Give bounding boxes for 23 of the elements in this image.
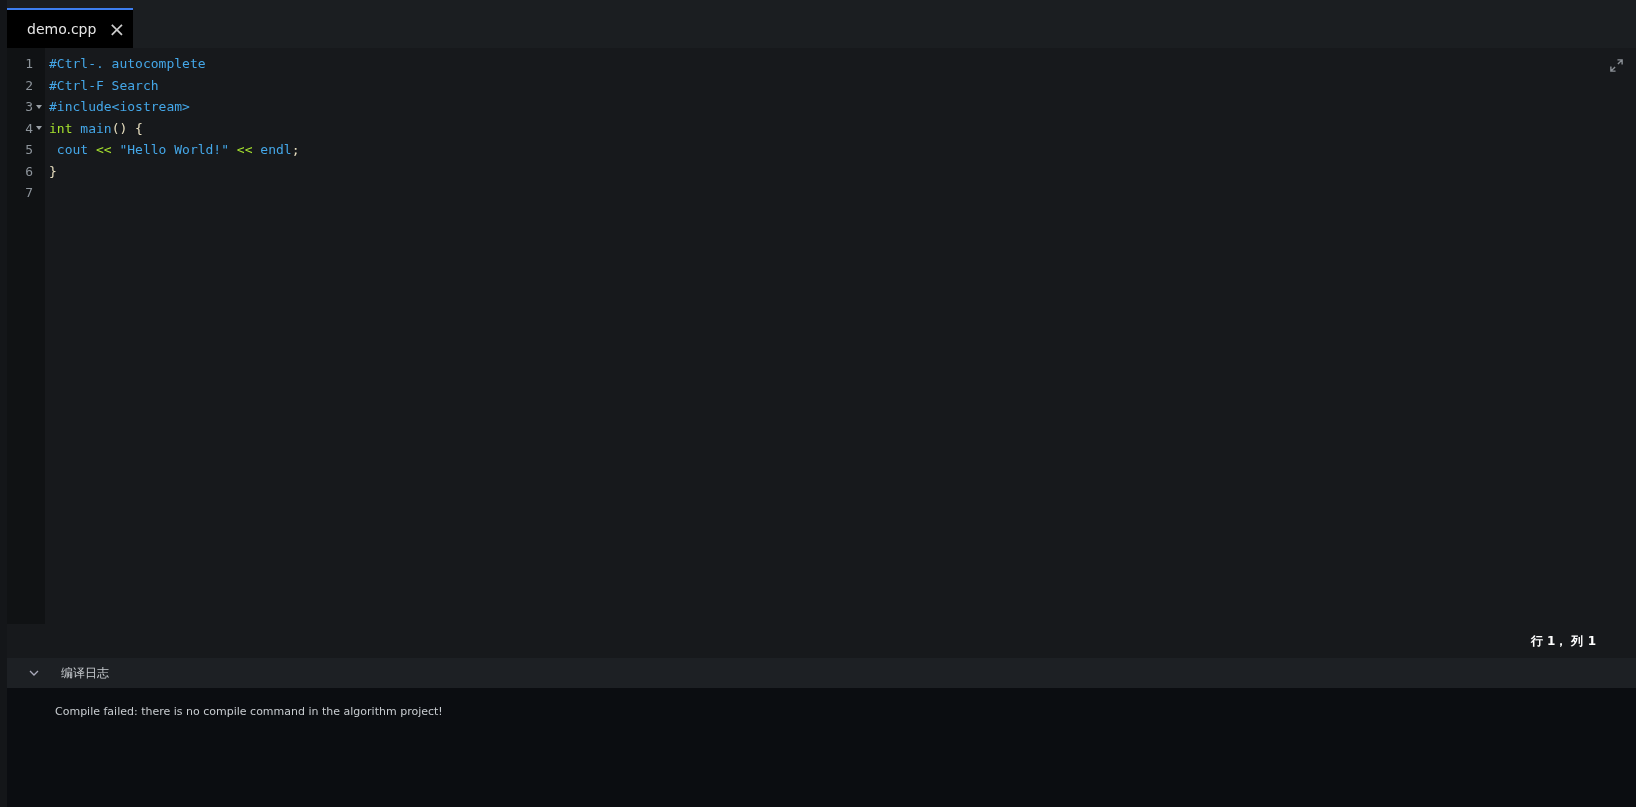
line-number: 3 <box>25 99 33 115</box>
code-line: int main() { <box>49 120 143 136</box>
line-number: 1 <box>25 56 33 72</box>
line-number: 5 <box>25 142 33 158</box>
fold-caret-icon[interactable] <box>36 104 42 109</box>
code-line: } <box>49 163 57 179</box>
log-message: Compile failed: there is no compile command in the algorithm project! <box>55 705 443 718</box>
close-icon[interactable]: × <box>108 19 126 39</box>
line-number: 4 <box>25 120 33 136</box>
line-number: 2 <box>25 77 33 93</box>
line-number: 7 <box>25 185 33 201</box>
log-panel-header[interactable]: 编译日志 <box>7 658 1636 688</box>
code-line: #Ctrl-F Search <box>49 77 159 93</box>
expand-icon[interactable] <box>1609 58 1624 73</box>
fold-caret-icon[interactable] <box>36 126 42 131</box>
log-title: 编译日志 <box>61 664 109 682</box>
chevron-icon[interactable] <box>29 670 39 676</box>
cursor-position: 行 1， 列 1 <box>1530 632 1596 650</box>
code-line: #Ctrl-. autocomplete <box>49 56 206 71</box>
code-line: #include<iostream> <box>49 99 190 114</box>
file-tab[interactable]: demo.cpp × <box>7 8 133 48</box>
line-number: 6 <box>25 163 33 179</box>
code-line: cout << "Hello World!" << endl; <box>55 142 300 157</box>
